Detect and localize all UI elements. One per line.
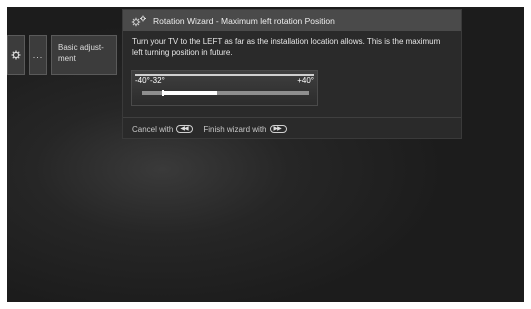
menu-item-basic-adjustment[interactable]: Basic adjust- ment bbox=[51, 35, 117, 75]
fast-forward-button-icon[interactable]: ▶▶ bbox=[269, 125, 287, 133]
scale-current-label: -32° bbox=[150, 76, 165, 85]
settings-menu-item[interactable] bbox=[7, 35, 25, 75]
dialog-title-bar: Rotation Wizard - Maximum left rotation … bbox=[123, 10, 461, 31]
gear-icon bbox=[11, 50, 21, 60]
scale-min-label: -40° bbox=[135, 76, 150, 85]
gears-icon bbox=[131, 15, 146, 26]
cancel-label: Cancel with bbox=[132, 124, 174, 134]
menu-ellipsis-item[interactable]: ... bbox=[29, 35, 47, 75]
tv-screen: ... Basic adjust- ment Rotation Wizard -… bbox=[7, 7, 524, 302]
menu-ellipsis-label: ... bbox=[32, 50, 44, 60]
dialog-footer: Cancel with ◀◀ Finish wizard with ▶▶ bbox=[132, 122, 297, 136]
rotation-wizard-dialog: Rotation Wizard - Maximum left rotation … bbox=[123, 10, 461, 138]
rewind-button-icon[interactable]: ◀◀ bbox=[176, 125, 194, 133]
slider-fill bbox=[162, 91, 218, 95]
menu-item-label-line2: ment bbox=[58, 54, 76, 63]
scale-max-label: +40° bbox=[297, 76, 314, 85]
dialog-separator bbox=[123, 117, 461, 118]
slider-track bbox=[142, 90, 309, 96]
menu-item-label-line1: Basic adjust- bbox=[58, 43, 104, 52]
finish-label: Finish wizard with bbox=[203, 124, 267, 134]
rotation-position-slider[interactable]: -40° -32° +40° bbox=[131, 70, 318, 106]
dialog-title: Rotation Wizard - Maximum left rotation … bbox=[153, 15, 335, 26]
dialog-instructions: Turn your TV to the LEFT as far as the i… bbox=[132, 37, 441, 57]
